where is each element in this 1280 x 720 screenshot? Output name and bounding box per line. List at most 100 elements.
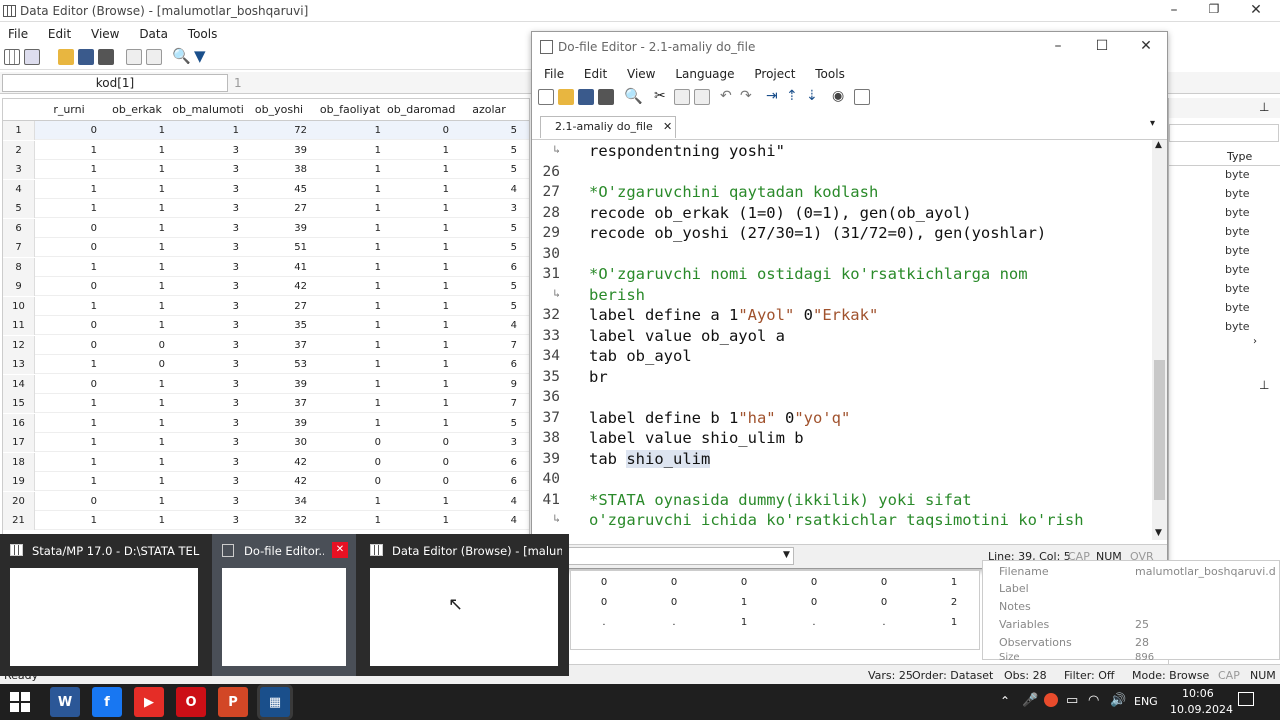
code-line[interactable]: *O'zgaruvchi nomi ostidagi ko'rsatkichla… xyxy=(589,265,1028,283)
table-cell[interactable]: 1 xyxy=(103,433,165,452)
table-cell[interactable]: 1 xyxy=(103,375,165,394)
table-cell[interactable]: 1 xyxy=(387,277,449,296)
code-line[interactable]: recode ob_erkak (1=0) (0=1), gen(ob_ayol… xyxy=(589,204,972,222)
table-cell[interactable]: 1 xyxy=(103,121,165,140)
table-cell[interactable]: 35 xyxy=(245,316,307,335)
minimize-icon[interactable]: – xyxy=(1048,38,1068,54)
close-tab-icon[interactable]: ✕ xyxy=(663,117,672,137)
table-cell[interactable]: 1 xyxy=(387,492,449,511)
table-cell[interactable]: 42 xyxy=(245,453,307,472)
variable-type[interactable]: byte xyxy=(1225,168,1275,181)
save-icon[interactable] xyxy=(78,49,94,65)
tab-dofile[interactable]: 2.1-amaliy do_file ✕ xyxy=(540,116,676,138)
table-cell[interactable]: 5 xyxy=(455,238,517,257)
table-cell[interactable]: 37 xyxy=(245,394,307,413)
table-cell[interactable]: 1 xyxy=(35,414,97,433)
facebook-icon[interactable]: f xyxy=(92,687,122,717)
row-number[interactable]: 5 xyxy=(3,199,35,218)
menu-tools[interactable]: Tools xyxy=(807,64,853,84)
table-cell[interactable]: 1 xyxy=(387,414,449,433)
table-cell[interactable]: 1 xyxy=(103,277,165,296)
windows-start-icon[interactable] xyxy=(10,692,30,712)
table-cell[interactable]: 4 xyxy=(455,180,517,199)
variable-type[interactable]: byte xyxy=(1225,244,1275,257)
menu-file[interactable]: File xyxy=(536,64,572,84)
save-icon[interactable] xyxy=(578,89,594,105)
cut-icon[interactable]: ✂ xyxy=(654,89,670,105)
table-cell[interactable]: 0 xyxy=(35,219,97,238)
table-cell[interactable]: 1 xyxy=(313,394,381,413)
menu-view[interactable]: View xyxy=(83,24,127,44)
table-cell[interactable]: 5 xyxy=(455,121,517,140)
table-cell[interactable]: 1 xyxy=(35,180,97,199)
table-cell[interactable]: 1 xyxy=(387,394,449,413)
open-folder-icon[interactable] xyxy=(58,49,74,65)
table-cell[interactable]: 3 xyxy=(171,199,239,218)
table-cell[interactable]: 1 xyxy=(35,258,97,277)
table-cell[interactable]: 3 xyxy=(171,394,239,413)
table-cell[interactable]: 3 xyxy=(171,355,239,374)
table-cell[interactable]: 42 xyxy=(245,277,307,296)
table-cell[interactable]: 0 xyxy=(35,316,97,335)
opera-icon[interactable]: O xyxy=(176,687,206,717)
show-file-icon[interactable]: ◉ xyxy=(832,89,848,105)
table-cell[interactable]: 1 xyxy=(387,180,449,199)
tray-chevron-icon[interactable]: ⌃ xyxy=(1000,694,1010,708)
row-number[interactable]: 1 xyxy=(3,121,35,140)
table-cell[interactable]: 0 xyxy=(35,121,97,140)
table-cell[interactable]: 1 xyxy=(171,121,239,140)
table-cell[interactable]: 1 xyxy=(387,375,449,394)
row-number[interactable]: 6 xyxy=(3,218,35,238)
table-cell[interactable]: 0 xyxy=(387,472,449,491)
table-cell[interactable]: 34 xyxy=(245,492,307,511)
table-cell[interactable]: 1 xyxy=(35,355,97,374)
column-header[interactable]: ob_malumoti xyxy=(171,103,245,116)
variable-type[interactable]: byte xyxy=(1225,206,1275,219)
table-cell[interactable]: 5 xyxy=(455,219,517,238)
table-cell[interactable]: 1 xyxy=(103,258,165,277)
table-cell[interactable]: 1 xyxy=(387,219,449,238)
column-header[interactable]: ob_erkak xyxy=(103,103,171,116)
table-cell[interactable]: 1 xyxy=(313,121,381,140)
table-cell[interactable]: 1 xyxy=(35,472,97,491)
word-icon[interactable]: W xyxy=(50,687,80,717)
table-cell[interactable]: 1 xyxy=(387,258,449,277)
menu-language[interactable]: Language xyxy=(667,64,742,84)
menu-data[interactable]: Data xyxy=(131,24,176,44)
column-header[interactable]: ob_yoshi xyxy=(245,103,313,116)
undo-icon[interactable]: ↶ xyxy=(720,89,736,105)
code-line[interactable]: *STATA oynasida dummy(ikkilik) yoki sifa… xyxy=(589,491,972,509)
code-line[interactable]: label value ob_ayol a xyxy=(589,327,785,345)
table-cell[interactable]: 3 xyxy=(171,258,239,277)
table-cell[interactable]: 72 xyxy=(245,121,307,140)
variable-type[interactable]: byte xyxy=(1225,187,1275,200)
table-cell[interactable]: 1 xyxy=(103,199,165,218)
table-cell[interactable]: 3 xyxy=(171,180,239,199)
table-cell[interactable]: 5 xyxy=(455,160,517,179)
chevron-down-icon[interactable]: ▼ xyxy=(783,550,790,560)
table-cell[interactable]: 9 xyxy=(455,375,517,394)
paste-icon[interactable] xyxy=(694,89,710,105)
clock-date[interactable]: 10.09.2024 xyxy=(1170,703,1233,716)
table-cell[interactable]: 0 xyxy=(35,238,97,257)
table-cell[interactable]: 37 xyxy=(245,336,307,355)
table-cell[interactable]: 1 xyxy=(313,219,381,238)
table-cell[interactable]: 3 xyxy=(171,141,239,160)
table-cell[interactable]: 0 xyxy=(313,433,381,452)
menu-tools[interactable]: Tools xyxy=(180,24,226,44)
scroll-right-icon[interactable]: › xyxy=(1253,336,1257,347)
notification-icon[interactable] xyxy=(1238,692,1254,706)
row-number[interactable]: 3 xyxy=(3,160,35,179)
browser-tray-icon[interactable] xyxy=(1044,693,1058,707)
table-cell[interactable]: 1 xyxy=(313,511,381,530)
row-number[interactable]: 8 xyxy=(3,257,35,277)
row-number[interactable]: 2 xyxy=(3,140,35,160)
table-cell[interactable]: 45 xyxy=(245,180,307,199)
row-number[interactable]: 21 xyxy=(3,511,35,530)
table-cell[interactable]: 1 xyxy=(387,511,449,530)
search-icon[interactable]: 🔍 xyxy=(172,49,191,65)
variable-type[interactable]: byte xyxy=(1225,225,1275,238)
table-cell[interactable]: 0 xyxy=(387,433,449,452)
table-cell[interactable]: 0 xyxy=(35,375,97,394)
table-cell[interactable]: 1 xyxy=(103,492,165,511)
